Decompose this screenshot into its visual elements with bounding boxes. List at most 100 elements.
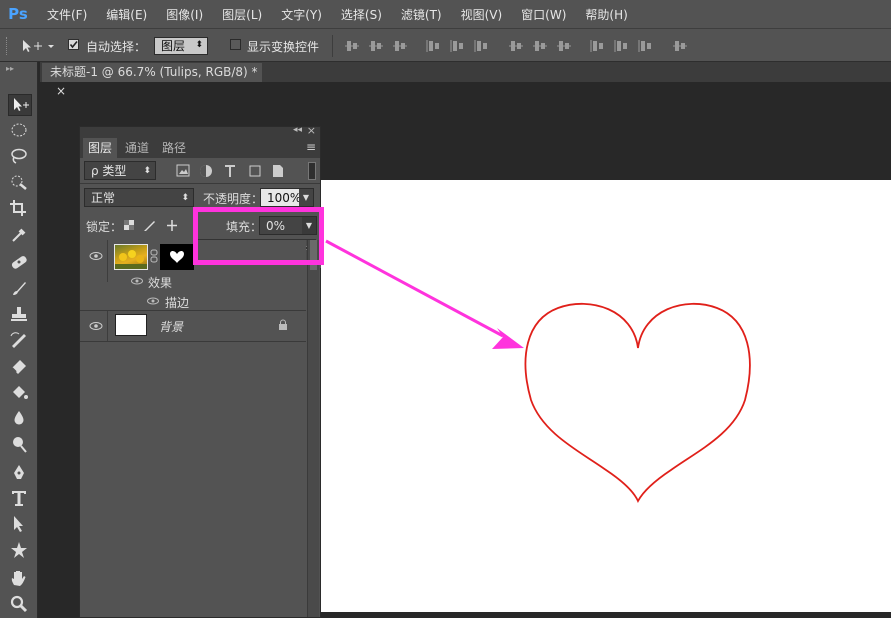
path-select-tool-button[interactable] bbox=[8, 514, 30, 534]
filter-toggle-switch[interactable] bbox=[308, 162, 316, 180]
eyedropper-tool-button[interactable] bbox=[8, 224, 30, 244]
visibility-eye-icon[interactable] bbox=[88, 250, 104, 262]
layer-thumbnail[interactable] bbox=[114, 244, 148, 270]
auto-select-dropdown[interactable]: 图层 ⬍ bbox=[154, 37, 208, 55]
eraser-tool-button[interactable] bbox=[8, 356, 30, 376]
visibility-eye-icon[interactable] bbox=[88, 320, 104, 332]
zoom-tool-button[interactable] bbox=[8, 594, 30, 614]
align-option-icon[interactable] bbox=[344, 38, 360, 54]
opacity-arrow-icon[interactable]: ▼ bbox=[299, 189, 313, 206]
menu-file[interactable]: 文件(F) bbox=[36, 6, 95, 23]
options-bar: 自动选择： 图层 ⬍ 显示变换控件 bbox=[0, 28, 891, 62]
crop-tool-button[interactable] bbox=[8, 198, 30, 218]
eraser-icon bbox=[11, 360, 26, 374]
hand-tool-button[interactable] bbox=[8, 568, 30, 588]
heart-mask-icon bbox=[170, 251, 184, 263]
type-t-icon bbox=[12, 491, 26, 506]
align-option-icon[interactable] bbox=[450, 38, 466, 54]
align-option-icon[interactable] bbox=[556, 38, 572, 54]
history-brush-tool-button[interactable] bbox=[8, 330, 30, 350]
align-option-icon[interactable] bbox=[532, 38, 548, 54]
panel-menu-icon[interactable]: ≡ bbox=[306, 140, 316, 154]
menu-window[interactable]: 窗口(W) bbox=[510, 6, 574, 23]
background-layer-name[interactable]: 背景 bbox=[159, 318, 183, 335]
menu-edit[interactable]: 编辑(E) bbox=[95, 6, 155, 23]
blur-tool-button[interactable] bbox=[8, 408, 30, 428]
collapse-panel-icon[interactable]: ◂◂ bbox=[293, 125, 302, 135]
menu-view[interactable]: 视图(V) bbox=[450, 6, 511, 23]
close-tab-icon[interactable]: × bbox=[56, 84, 66, 98]
auto-select-checkbox[interactable] bbox=[68, 39, 79, 50]
tools-panel: ▸▸ bbox=[0, 62, 38, 618]
opacity-input[interactable]: 100% ▼ bbox=[260, 188, 314, 207]
menu-filter[interactable]: 滤镜(T) bbox=[390, 6, 450, 23]
menu-select[interactable]: 选择(S) bbox=[330, 6, 390, 23]
blend-mode-dropdown[interactable]: 正常 ⬍ bbox=[84, 188, 194, 207]
layer-row-background[interactable]: 背景 bbox=[80, 311, 306, 341]
align-option-icon[interactable] bbox=[474, 38, 490, 54]
align-option-icon[interactable] bbox=[672, 38, 688, 54]
tab-channels[interactable]: 通道 bbox=[120, 138, 154, 158]
align-option-icon[interactable] bbox=[590, 38, 606, 54]
stamp-tool-button[interactable] bbox=[8, 304, 30, 324]
align-option-icon[interactable] bbox=[368, 38, 384, 54]
hand-icon bbox=[11, 571, 26, 586]
show-transform-checkbox[interactable] bbox=[230, 39, 241, 50]
toolbar-collapse-icon[interactable]: ▸▸ bbox=[6, 65, 32, 73]
document-tab[interactable]: 未标题-1 @ 66.7% (Tulips, RGB/8) * × bbox=[42, 63, 262, 98]
filter-smart-object-icon bbox=[273, 165, 283, 177]
shape-tool-button[interactable] bbox=[8, 540, 30, 560]
type-tool-button[interactable] bbox=[8, 488, 30, 508]
stroke-visibility-eye-icon[interactable] bbox=[146, 296, 160, 306]
align-option-icon[interactable] bbox=[614, 38, 630, 54]
paint-bucket-tool-button[interactable] bbox=[8, 382, 30, 402]
background-thumbnail[interactable] bbox=[115, 314, 147, 336]
quick-select-tool-button[interactable] bbox=[8, 172, 30, 192]
zoom-icon bbox=[10, 595, 28, 613]
bandage-icon bbox=[11, 256, 27, 269]
updown-arrow-icon: ⬍ bbox=[181, 193, 189, 203]
align-option-icon[interactable] bbox=[426, 38, 442, 54]
updown-arrow-icon: ⬍ bbox=[195, 40, 203, 50]
tab-layers[interactable]: 图层 bbox=[83, 138, 118, 158]
menu-image[interactable]: 图像(I) bbox=[155, 6, 211, 23]
dodge-tool-button[interactable] bbox=[8, 434, 30, 454]
menu-type[interactable]: 文字(Y) bbox=[270, 6, 330, 23]
lasso-tool-button[interactable] bbox=[8, 146, 30, 166]
filter-pixel-icon bbox=[176, 164, 190, 177]
tulips-image bbox=[115, 250, 147, 269]
layer-filter-dropdown[interactable]: ρ 类型 ⬍ bbox=[84, 161, 156, 180]
layers-panel: ◂◂ × 图层 通道 路径 ≡ ρ 类型 ⬍ 正常 ⬍ 不透明度： 100% ▼… bbox=[79, 124, 321, 618]
pen-icon bbox=[14, 465, 24, 479]
move-tool-preset-icon[interactable] bbox=[20, 37, 56, 55]
panel-header: ◂◂ × bbox=[80, 124, 320, 138]
move-tool-button[interactable] bbox=[8, 94, 32, 116]
align-option-icon[interactable] bbox=[508, 38, 524, 54]
layer-mask-thumbnail[interactable] bbox=[160, 244, 194, 270]
close-panel-icon[interactable]: × bbox=[307, 124, 316, 137]
brush-icon bbox=[13, 282, 26, 295]
marquee-tool-button[interactable] bbox=[8, 120, 30, 140]
menu-layer[interactable]: 图层(L) bbox=[211, 6, 270, 23]
custom-shape-icon bbox=[11, 542, 27, 558]
stroke-effect-label[interactable]: 描边 bbox=[165, 294, 189, 311]
layers-scrollbar[interactable] bbox=[307, 240, 319, 617]
options-grip bbox=[6, 37, 11, 55]
align-option-icon[interactable] bbox=[638, 38, 654, 54]
menu-help[interactable]: 帮助(H) bbox=[574, 6, 635, 23]
eye-column-divider bbox=[107, 311, 108, 341]
lock-label: 锁定： bbox=[86, 220, 123, 234]
blend-mode-value: 正常 bbox=[91, 191, 116, 205]
lock-icon bbox=[279, 319, 287, 330]
pen-tool-button[interactable] bbox=[8, 462, 30, 482]
tab-paths[interactable]: 路径 bbox=[157, 138, 191, 158]
brush-tool-button[interactable] bbox=[8, 278, 30, 298]
healing-tool-button[interactable] bbox=[8, 252, 30, 272]
link-chain-icon[interactable] bbox=[150, 249, 158, 263]
document-canvas[interactable] bbox=[321, 180, 891, 612]
align-option-icon[interactable] bbox=[392, 38, 408, 54]
path-select-icon bbox=[14, 516, 23, 532]
layer-divider bbox=[80, 341, 306, 342]
effects-visibility-eye-icon[interactable] bbox=[130, 276, 144, 286]
effects-label[interactable]: 效果 bbox=[148, 274, 172, 291]
